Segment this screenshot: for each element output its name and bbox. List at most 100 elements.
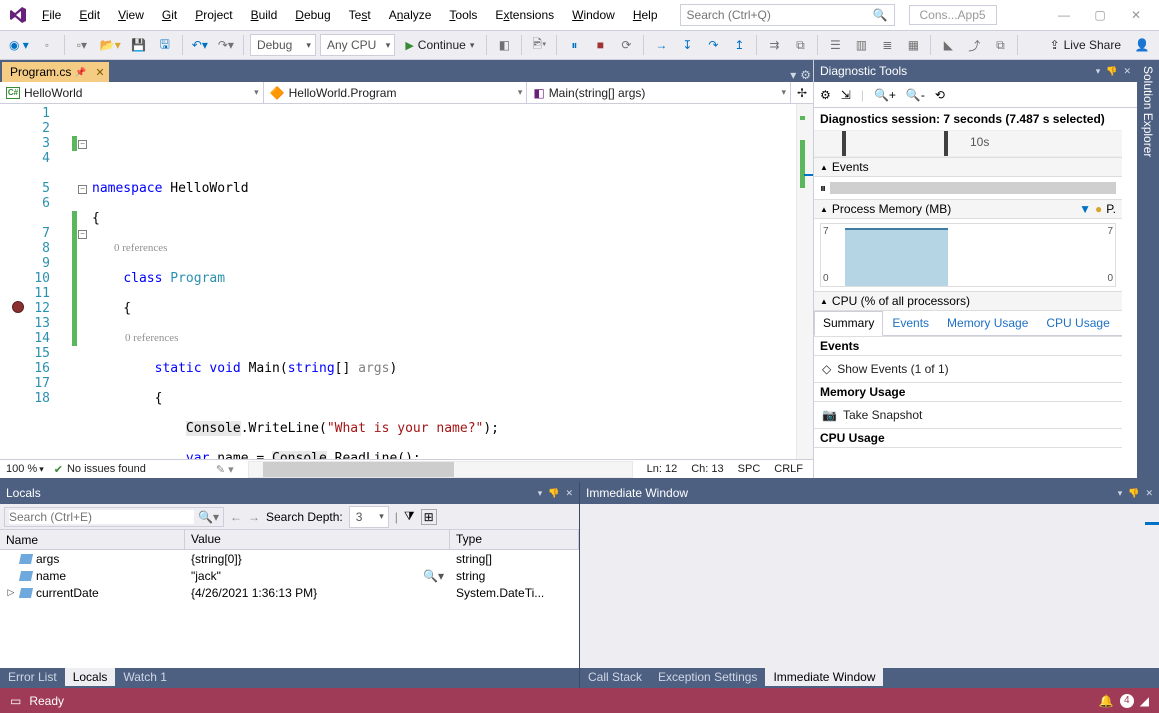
chevron-down-icon[interactable]: ▼ [1079,202,1091,216]
col-value[interactable]: Value [185,530,450,549]
nav-back-button[interactable]: ◉ ▾ [6,34,32,56]
take-snapshot-link[interactable]: 📷Take Snapshot [814,402,1122,428]
nav-back-icon[interactable]: ← [230,510,242,524]
redo-button[interactable]: ↷▾ [215,34,237,56]
menu-extensions[interactable]: Extensions [487,4,562,26]
gear-icon[interactable]: ⚙ [820,88,831,102]
account-button[interactable]: 👤 [1131,34,1153,56]
tab-error-list[interactable]: Error List [0,668,65,686]
config-select[interactable]: Debug [250,34,316,56]
depth-select[interactable]: 3 [349,506,389,528]
tb-icon-1[interactable]: ◧ [493,34,515,56]
locals-search[interactable]: 🔍▾ [4,507,224,527]
zoom-in-icon[interactable]: 🔍+ [874,88,896,102]
step-over-button[interactable]: ↷ [702,34,724,56]
tb-icon-6[interactable]: ▥ [850,34,872,56]
immed-pin-icon[interactable]: 👎 [1128,488,1139,499]
tab-locals[interactable]: Locals [65,668,116,686]
locals-search-input[interactable] [9,510,194,524]
lineending-indicator[interactable]: CRLF [774,463,803,475]
menu-window[interactable]: Window [564,4,623,26]
zoom-control[interactable]: 100 %▾ [6,463,44,475]
menu-git[interactable]: Git [154,4,185,26]
menu-edit[interactable]: Edit [71,4,108,26]
tb-icon-3[interactable]: ⇉ [763,34,785,56]
outline-column[interactable]: − − − [78,104,92,459]
export-icon[interactable]: ⇲ [841,88,851,102]
menu-file[interactable]: File [34,4,69,26]
locals-close-icon[interactable]: ✕ [565,488,573,499]
minimize-button[interactable]: — [1047,3,1081,27]
tab-settings-icon[interactable]: ⚙ [800,68,811,82]
menu-project[interactable]: Project [187,4,240,26]
indent-indicator[interactable]: SPC [738,463,761,475]
diag-tab-memory[interactable]: Memory Usage [938,311,1037,335]
open-file-button[interactable]: 📂▾ [97,34,124,56]
step-next-button[interactable]: → [650,34,672,56]
tb-icon-7[interactable]: ≣ [876,34,898,56]
save-button[interactable]: 💾 [128,34,150,56]
code-content[interactable]: namespace HelloWorld { 0 references clas… [92,104,796,459]
expander-icon[interactable]: ▷ [6,587,16,598]
immediate-content[interactable] [580,504,1159,668]
diag-timeline[interactable]: 10s [814,131,1122,157]
diag-close-icon[interactable]: ✕ [1123,66,1131,77]
break-all-button[interactable]: ⏸ [563,34,585,56]
breakpoint-icon[interactable] [12,301,24,313]
save-all-button[interactable]: 🖫 [154,34,176,56]
maximize-button[interactable]: ▢ [1083,3,1117,27]
menu-view[interactable]: View [110,4,152,26]
tab-watch1[interactable]: Watch 1 [115,668,175,686]
locals-row[interactable]: name "jack"🔍▾ string [0,567,579,584]
locals-row[interactable]: ▷currentDate {4/26/2021 1:36:13 PM} Syst… [0,584,579,601]
locals-row[interactable]: args {string[0]} string[] [0,550,579,567]
tb-icon-10[interactable]: ⧉ [989,34,1011,56]
undo-button[interactable]: ↶▾ [189,34,211,56]
quicklaunch-search[interactable]: 🔍 [680,4,895,26]
menu-test[interactable]: Test [341,4,379,26]
view-icon[interactable]: ⊞ [421,509,437,525]
nav-member[interactable]: ◧Main(string[] args) [527,82,791,103]
diag-tab-cpu[interactable]: CPU Usage [1037,311,1118,335]
visualizer-icon[interactable]: 🔍▾ [423,569,444,583]
solution-explorer-tab[interactable]: Solution Explorer [1137,60,1159,478]
diag-pin-icon[interactable]: 👎 [1106,66,1117,77]
vertical-scrollbar[interactable] [796,104,813,459]
code-editor[interactable]: 1234 56 7891011 12131415161718 − − − [0,104,813,459]
step-out-button[interactable]: ↥ [728,34,750,56]
zoom-out-icon[interactable]: 🔍- [906,88,925,102]
tab-immediate-window[interactable]: Immediate Window [765,668,883,686]
split-editor-button[interactable]: ✢ [791,82,813,103]
stop-button[interactable]: ■ [589,34,611,56]
tab-call-stack[interactable]: Call Stack [580,668,650,686]
immed-dropdown-icon[interactable]: ▾ [1118,488,1123,499]
step-into-button[interactable]: ↧ [676,34,698,56]
menu-debug[interactable]: Debug [287,4,338,26]
menu-build[interactable]: Build [243,4,286,26]
tab-dropdown-icon[interactable]: ▾ [790,68,796,82]
issues-indicator[interactable]: ✔No issues found [54,463,146,476]
cpu-section-header[interactable]: ▲CPU (% of all processors) [814,291,1122,311]
filter-icon[interactable]: ⧩ [404,509,415,524]
resize-grip-icon[interactable]: ◢ [1140,694,1149,708]
continue-button[interactable]: ▶Continue ▾ [399,34,480,56]
tb-icon-4[interactable]: ⧉ [789,34,811,56]
memory-section-header[interactable]: ▲Process Memory (MB) ▼ ●P. [814,199,1122,219]
nav-project[interactable]: C#HelloWorld [0,82,264,103]
liveshare-button[interactable]: ⇪ Live Share [1044,38,1127,52]
show-events-link[interactable]: ◇Show Events (1 of 1) [814,356,1122,382]
restart-button[interactable]: ⟳ [615,34,637,56]
tb-icon-2[interactable]: 🖻▾ [528,34,550,56]
bookmark-button[interactable]: ◣ [937,34,959,56]
pin-icon[interactable]: 📌 [75,67,86,78]
reset-zoom-icon[interactable]: ⟲ [935,88,945,102]
notifications-icon[interactable]: 🔔 [1099,694,1114,708]
tb-icon-9[interactable]: ⤴ [963,34,985,56]
nav-fwd-button[interactable]: ◦ [36,34,58,56]
platform-select[interactable]: Any CPU [320,34,395,56]
menu-analyze[interactable]: Analyze [381,4,440,26]
close-button[interactable]: ✕ [1119,3,1153,27]
locals-dropdown-icon[interactable]: ▾ [538,488,543,499]
menu-tools[interactable]: Tools [441,4,485,26]
notification-count[interactable]: 4 [1120,694,1134,708]
